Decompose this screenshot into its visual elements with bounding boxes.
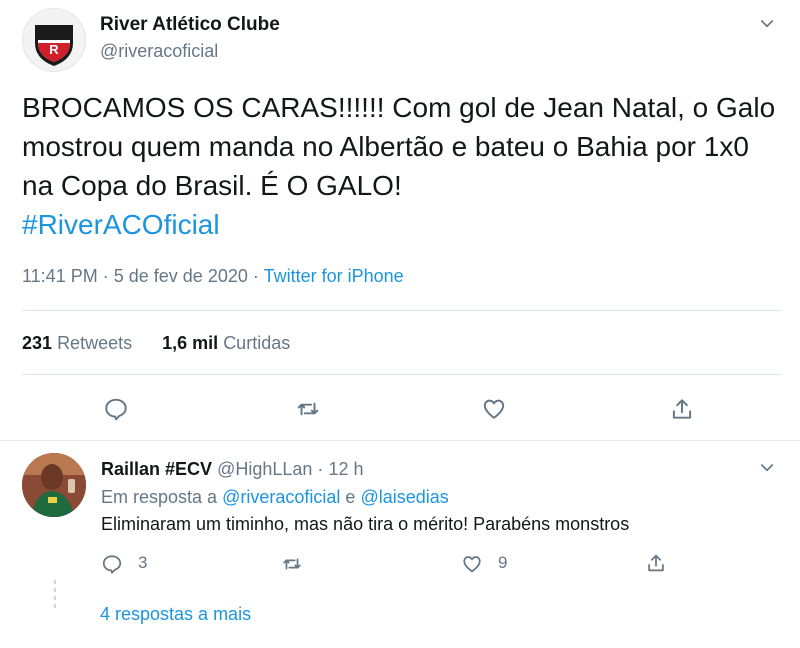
in-reply-prefix: Em resposta a <box>101 487 218 507</box>
divider <box>22 374 782 375</box>
in-reply-user-1[interactable]: @riveracoficial <box>222 487 340 507</box>
heart-icon[interactable] <box>461 553 483 575</box>
reply-author-handle[interactable]: @HighLLan <box>217 459 312 479</box>
author-avatar[interactable]: R <box>22 8 86 72</box>
tweet-date[interactable]: 5 de fev de 2020 <box>114 266 248 286</box>
author-name[interactable]: River Atlético Clube <box>100 14 280 36</box>
chevron-down-icon[interactable] <box>758 15 776 33</box>
svg-text:R: R <box>49 42 59 57</box>
tweet-body: BROCAMOS OS CARAS!!!!!! Com gol de Jean … <box>22 92 776 201</box>
share-icon[interactable] <box>669 396 695 422</box>
heart-icon[interactable] <box>481 396 507 422</box>
thread-connector <box>53 576 57 626</box>
retweets-label: Retweets <box>57 333 133 353</box>
reply-separator: · <box>317 459 324 479</box>
likes-stat[interactable]: 1,6 mil Curtidas <box>162 333 290 353</box>
reply-time[interactable]: 12 h <box>328 459 363 479</box>
hashtag-link[interactable]: #RiverACOficial <box>22 209 220 240</box>
tweet-text: BROCAMOS OS CARAS!!!!!! Com gol de Jean … <box>22 88 782 244</box>
reply-author-name[interactable]: Raillan #ECV <box>101 459 212 479</box>
river-crest-logo: R <box>35 25 73 66</box>
retweets-count: 231 <box>22 333 53 353</box>
retweets-stat[interactable]: 231 Retweets <box>22 333 137 353</box>
likes-count: 1,6 mil <box>162 333 219 353</box>
tweet-meta: 11:41 PM · 5 de fev de 2020 · Twitter fo… <box>22 266 404 287</box>
meta-separator-2: · <box>252 266 259 286</box>
retweet-icon[interactable] <box>281 553 303 575</box>
chevron-down-icon[interactable] <box>758 459 776 477</box>
comment-icon[interactable] <box>101 553 123 575</box>
tweet-time[interactable]: 11:41 PM <box>22 266 98 286</box>
in-reply-to: Em resposta a @riveracoficial e @laisedi… <box>101 487 449 508</box>
reply-like-count: 9 <box>498 553 508 572</box>
in-reply-and: e <box>345 487 356 507</box>
reply-count: 3 <box>138 553 148 572</box>
tweet-source[interactable]: Twitter for iPhone <box>264 266 404 286</box>
author-handle[interactable]: @riveracoficial <box>100 41 218 62</box>
in-reply-user-2[interactable]: @laisedias <box>360 487 448 507</box>
retweet-icon[interactable] <box>295 396 321 422</box>
divider <box>0 440 800 441</box>
reply-header: Raillan #ECV @HighLLan · 12 h <box>101 459 363 480</box>
reply-avatar-photo <box>22 453 86 517</box>
more-replies-link[interactable]: 4 respostas a mais <box>100 604 251 625</box>
comment-icon[interactable] <box>103 396 129 422</box>
share-icon[interactable] <box>645 552 667 574</box>
reply-avatar[interactable] <box>22 453 86 517</box>
reply-text: Eliminaram um timinho, mas não tira o mé… <box>101 514 630 534</box>
meta-separator: · <box>102 266 109 286</box>
tweet-stats: 231 Retweets 1,6 mil Curtidas <box>22 333 290 354</box>
likes-label: Curtidas <box>223 333 291 353</box>
divider <box>22 310 782 311</box>
